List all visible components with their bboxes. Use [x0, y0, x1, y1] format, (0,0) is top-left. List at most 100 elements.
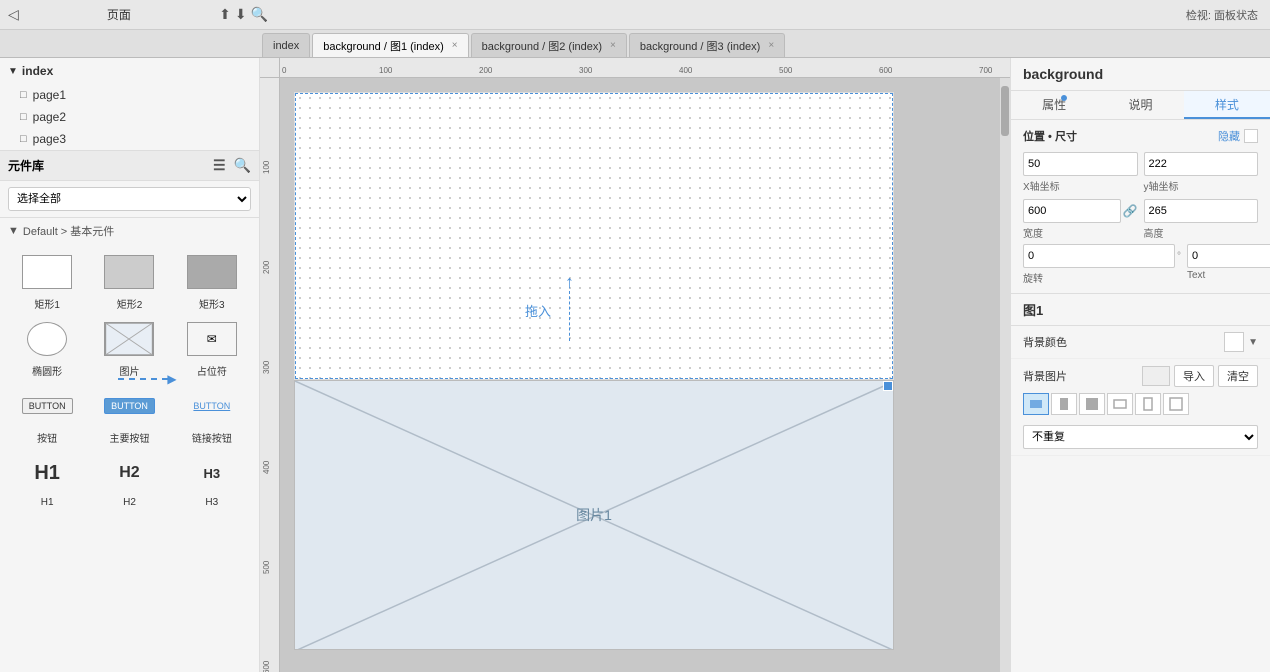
bg-opt-fill-both[interactable]	[1079, 393, 1105, 415]
x-input[interactable]: 50	[1023, 152, 1138, 176]
ruler-h-marks: 0 100 200 300 400 500 600 700	[280, 58, 1010, 77]
h1-preview: H1	[19, 453, 75, 493]
right-panel-tabs: 属性 说明 样式	[1011, 91, 1270, 120]
fill-both-icon	[1085, 397, 1099, 411]
component-header-icons: ☰ 🔍	[213, 157, 251, 174]
tab-close-3[interactable]: ×	[768, 40, 774, 51]
position-section-header: 位置 • 尺寸 隐藏	[1023, 128, 1258, 144]
bg-opt-fit-both[interactable]	[1163, 393, 1189, 415]
tab-attrs[interactable]: 属性	[1011, 91, 1097, 119]
x-label: X轴坐标	[1023, 178, 1138, 193]
tab-index[interactable]: index	[262, 33, 310, 57]
text-rotation-label: Text	[1187, 270, 1270, 281]
image-shape	[104, 322, 154, 356]
bg-image-options	[1023, 393, 1258, 415]
component-oval[interactable]: 椭圆形	[8, 319, 86, 378]
component-rect2[interactable]: 矩形2	[90, 252, 168, 311]
component-h2[interactable]: H2 H2	[90, 453, 168, 508]
fill-v-icon	[1057, 397, 1071, 411]
page-icon-3: □	[20, 133, 27, 145]
upload-icon[interactable]: ⬆	[219, 6, 231, 23]
download-icon[interactable]: ⬇	[235, 6, 247, 23]
repeat-select[interactable]: 不重复 重复 重复X 重复Y	[1023, 425, 1258, 449]
component-button-primary[interactable]: BUTTON 主要按钮	[90, 386, 168, 445]
rect1-preview	[19, 252, 75, 292]
bg-color-control: ▼	[1224, 332, 1258, 352]
bg-color-label: 背景颜色	[1023, 334, 1067, 350]
right-panel-component-name: background	[1023, 66, 1258, 82]
ruler-vertical: 100 200 300 400 500 600	[260, 78, 280, 672]
page-item-3[interactable]: □ page3	[0, 128, 259, 150]
tab-notes[interactable]: 说明	[1097, 91, 1183, 119]
rect3-label: 矩形3	[199, 296, 225, 311]
pages-header[interactable]: ▼ index	[0, 58, 259, 84]
tab-background-index[interactable]: background / 图1 (index) ×	[312, 33, 468, 57]
image-area-label: 图片1	[576, 505, 612, 525]
scroll-right[interactable]	[1000, 78, 1010, 672]
fit-h-icon	[1113, 397, 1127, 411]
component-filter-select[interactable]: 选择全部	[8, 187, 251, 211]
tab-background-3[interactable]: background / 图3 (index) ×	[629, 33, 785, 57]
component-rect1[interactable]: 矩形1	[8, 252, 86, 311]
component-rect3[interactable]: 矩形3	[173, 252, 251, 311]
bg-color-swatch[interactable]	[1224, 332, 1244, 352]
page-item-2[interactable]: □ page2	[0, 106, 259, 128]
back-icon[interactable]: ◁	[8, 6, 19, 23]
component-h3[interactable]: H3 H3	[173, 453, 251, 508]
height-input[interactable]	[1144, 199, 1259, 223]
canvas-image-area[interactable]: 图片1	[294, 380, 894, 650]
component-image[interactable]: 图片 ▶	[90, 319, 168, 378]
top-bar: ◁ 页面 ⬆ ⬇ 🔍 检视: 面板状态	[0, 0, 1270, 30]
element-name: 图1	[1023, 303, 1043, 318]
menu-icon[interactable]: ☰	[213, 157, 226, 174]
search-icon[interactable]: 🔍	[251, 6, 268, 23]
h2-label: H2	[123, 497, 136, 508]
component-button[interactable]: BUTTON 按钮	[8, 386, 86, 445]
placeholder-shape: ✉	[187, 322, 237, 356]
component-section: 元件库 ☰ 🔍 选择全部 ▼ Default > 基本元件 矩形	[0, 151, 259, 672]
bg-opt-fill-h[interactable]	[1023, 393, 1049, 415]
placeholder-icon: ✉	[207, 332, 217, 346]
drag-indicator: ▶	[118, 372, 176, 386]
bg-opt-fill-v[interactable]	[1051, 393, 1077, 415]
component-h1[interactable]: H1 H1	[8, 453, 86, 508]
tab-background-2[interactable]: background / 图2 (index) ×	[471, 33, 627, 57]
button-link-shape: BUTTON	[187, 399, 236, 413]
bg-image-preview[interactable]	[1142, 366, 1170, 386]
h2-preview: H2	[101, 453, 157, 493]
bg-image-import-btn[interactable]: 导入	[1174, 365, 1214, 387]
lock-icon[interactable]: 🔗	[1123, 204, 1138, 218]
bg-opt-fit-v[interactable]	[1135, 393, 1161, 415]
text-rotation-input[interactable]	[1187, 244, 1270, 268]
top-bar-icons: ⬆ ⬇ 🔍	[219, 6, 268, 23]
component-button-link[interactable]: BUTTON 链接按钮	[173, 386, 251, 445]
right-panel-header: background	[1011, 58, 1270, 91]
canvas-resize-handle[interactable]	[883, 381, 893, 391]
rotation-field: ° 旋转	[1023, 244, 1181, 285]
component-placeholder[interactable]: ✉ 占位符	[173, 319, 251, 378]
search-component-icon[interactable]: 🔍	[234, 157, 251, 174]
bg-image-clear-btn[interactable]: 清空	[1218, 365, 1258, 387]
page-item-1[interactable]: □ page1	[0, 84, 259, 106]
tab-style[interactable]: 样式	[1184, 91, 1270, 119]
color-dropdown-icon[interactable]: ▼	[1248, 337, 1258, 348]
rect2-label: 矩形2	[117, 296, 143, 311]
canvas-page-top[interactable]: ↑ 拖入	[294, 92, 894, 380]
position-title: 位置 • 尺寸	[1023, 128, 1077, 144]
canvas-content: ↑ 拖入 图片1	[280, 78, 1010, 672]
bg-opt-fit-h[interactable]	[1107, 393, 1133, 415]
oval-label: 椭圆形	[32, 363, 62, 378]
y-input[interactable]	[1144, 152, 1259, 176]
canvas-area[interactable]: 0 100 200 300 400 500 600 700 100 200 30…	[260, 58, 1010, 672]
bg-image-label: 背景图片	[1023, 368, 1067, 384]
rect3-preview	[184, 252, 240, 292]
text-rotation-field: ° Text	[1187, 244, 1270, 285]
width-input[interactable]	[1023, 199, 1121, 223]
rotation-degree-icon: °	[1177, 251, 1181, 262]
tab-close-2[interactable]: ×	[610, 40, 616, 51]
rotation-input[interactable]	[1023, 244, 1175, 268]
scroll-thumb[interactable]	[1001, 86, 1009, 136]
button-preview: BUTTON	[19, 386, 75, 426]
hide-checkbox[interactable]	[1244, 129, 1258, 143]
tab-close-1[interactable]: ×	[452, 40, 458, 51]
